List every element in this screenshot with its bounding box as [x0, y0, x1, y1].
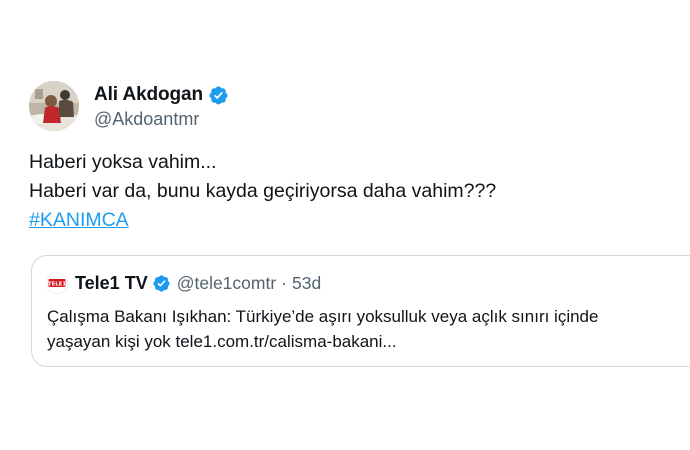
quoted-tweet-header: TELE1 Tele1 TV @tele1comtr · 53d — [46, 271, 321, 295]
quoted-body-line-1: Çalışma Bakanı Işıkhan: Türkiye’de aşırı… — [47, 307, 599, 326]
hashtag-link[interactable]: #KANIMCA — [29, 209, 129, 231]
author-display-name[interactable]: Ali Akdogan — [94, 84, 203, 106]
quoted-tweet-card[interactable]: TELE1 Tele1 TV @tele1comtr · 53d Çalışma… — [31, 255, 690, 367]
tweet-line-2: Haberi var da, bunu kayda geçiriyorsa da… — [29, 180, 497, 202]
tele1-logo-text: TELE1 — [48, 281, 66, 287]
author-avatar[interactable] — [29, 81, 79, 131]
tele1-logo-icon[interactable]: TELE1 — [46, 272, 68, 294]
tweet-page: Ali Akdogan @Akdoantmr Haberi yoksa vahi… — [0, 0, 690, 450]
tweet-author: Ali Akdogan @Akdoantmr — [29, 81, 229, 131]
author-handle[interactable]: @Akdoantmr — [94, 109, 229, 130]
tweet-line-1: Haberi yoksa vahim... — [29, 151, 217, 173]
quoted-timestamp[interactable]: 53d — [292, 273, 321, 294]
tweet-text: Haberi yoksa vahim... Haberi var da, bun… — [29, 148, 496, 235]
tweet-hashtag-line: #KANIMCA — [29, 206, 496, 235]
author-name-row: Ali Akdogan — [94, 82, 229, 108]
quoted-tweet-body: Çalışma Bakanı Işıkhan: Türkiye’de aşırı… — [47, 304, 598, 354]
quoted-verified-badge-icon — [152, 274, 171, 293]
quoted-separator: · — [281, 272, 287, 293]
quoted-display-name[interactable]: Tele1 TV — [75, 273, 148, 294]
quoted-body-line-2: yaşayan kişi yok tele1.com.tr/calisma-ba… — [47, 332, 397, 351]
author-names: Ali Akdogan @Akdoantmr — [94, 82, 229, 130]
verified-badge-icon — [208, 85, 229, 106]
quoted-handle[interactable]: @tele1comtr — [177, 273, 276, 294]
